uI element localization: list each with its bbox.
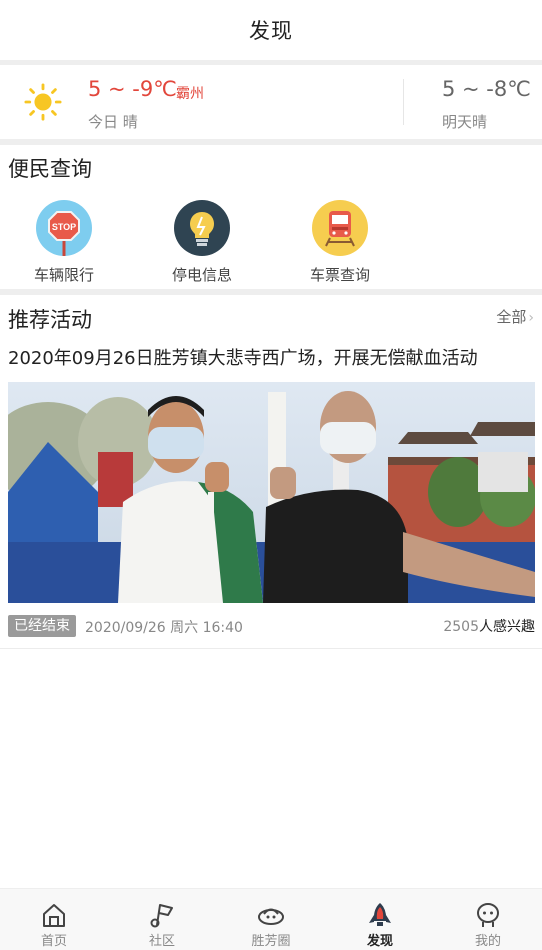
- activities-title: 推荐活动: [8, 308, 92, 332]
- divider: [0, 648, 542, 649]
- tab-label: 发现: [366, 934, 393, 949]
- sun-icon: [24, 83, 62, 121]
- divider: [0, 289, 542, 295]
- tomorrow-temperature: 5 ~ -8℃: [442, 77, 531, 101]
- tab-label: 胜芳圈: [251, 934, 291, 949]
- planet-icon: [258, 908, 284, 925]
- service-label: 车辆限行: [33, 266, 94, 284]
- blood-donation-photo[interactable]: [8, 382, 535, 603]
- interest-suffix: 人感兴趣: [479, 619, 535, 635]
- divider: [0, 139, 542, 145]
- tab-label: 社区: [148, 934, 175, 949]
- user-icon: [477, 903, 499, 927]
- rocket-icon: [369, 903, 391, 926]
- tab-community[interactable]: 社区: [108, 889, 216, 950]
- interest-number: 2505: [443, 619, 479, 635]
- weather-card[interactable]: 5 ~ -9℃ 霸州 今日 晴 5 ~ -8℃ 明天晴: [0, 65, 542, 139]
- chevron-right-icon: ›: [528, 310, 534, 326]
- bottom-tab-bar: 首页 社区 胜芳圈 发现 我的: [0, 888, 542, 950]
- service-power-outage[interactable]: 停电信息: [152, 198, 252, 288]
- tab-shengfang-circle[interactable]: 胜芳圈: [217, 889, 325, 950]
- interest-count: 2505人感兴趣: [443, 616, 535, 636]
- service-label: 车票查询: [309, 266, 370, 284]
- view-all-link[interactable]: 全部 ›: [496, 306, 534, 327]
- home-icon: [43, 904, 65, 927]
- activity-datetime: 2020/09/26 周六 16:40: [85, 620, 243, 636]
- weather-divider: [403, 79, 404, 125]
- train-icon: [312, 200, 368, 256]
- tab-label: 我的: [474, 934, 501, 949]
- tab-label: 首页: [40, 934, 67, 949]
- service-label: 停电信息: [171, 266, 232, 284]
- stop-sign-icon: STOP: [36, 200, 92, 256]
- tab-discover[interactable]: 发现: [326, 889, 434, 950]
- view-all-label: 全部: [496, 308, 527, 326]
- activity-title[interactable]: 2020年09月26日胜芳镇大悲寺西广场，开展无偿献血活动: [8, 344, 478, 370]
- status-badge: 已经结束: [8, 615, 76, 637]
- today-weather-desc: 今日 晴: [88, 113, 138, 131]
- service-vehicle-restriction[interactable]: STOP 车辆限行: [14, 198, 114, 288]
- services-title: 便民查询: [8, 157, 92, 181]
- flag-icon: [150, 904, 173, 928]
- page-title: 发现: [249, 19, 293, 43]
- top-bar: 发现: [0, 0, 542, 60]
- tab-home[interactable]: 首页: [0, 889, 108, 950]
- city-name: 霸州: [176, 86, 204, 102]
- svg-text:STOP: STOP: [52, 222, 76, 232]
- tab-mine[interactable]: 我的: [434, 889, 542, 950]
- lightbulb-icon: [174, 200, 230, 256]
- service-ticket-query[interactable]: 车票查询: [290, 198, 390, 288]
- today-temperature: 5 ~ -9℃: [88, 77, 177, 101]
- tomorrow-weather-desc: 明天晴: [442, 113, 488, 131]
